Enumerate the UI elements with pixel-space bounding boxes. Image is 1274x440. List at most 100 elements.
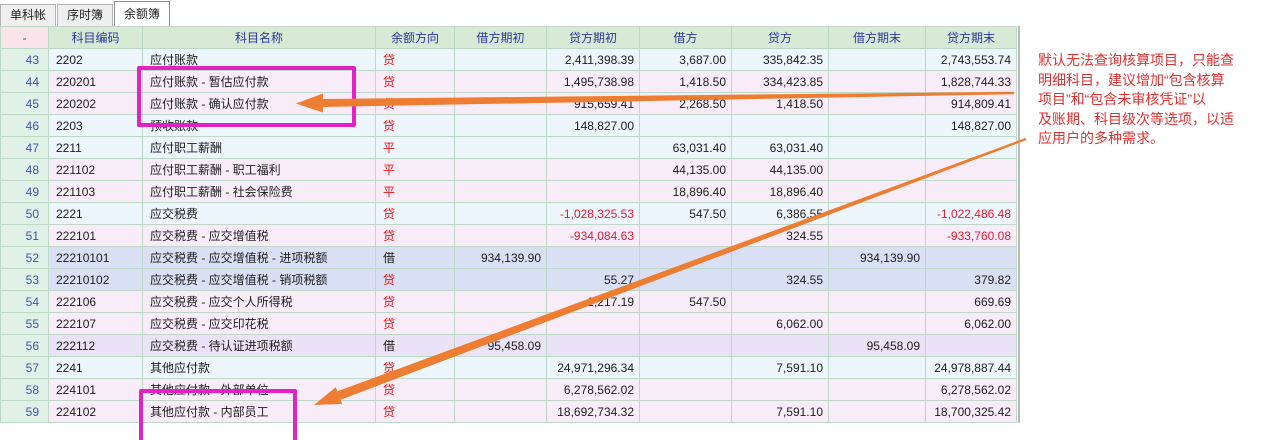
cell-credit[interactable]: 324.55 (732, 225, 829, 247)
column-header-code[interactable]: 科目编码 (49, 27, 143, 49)
cell-debit_open[interactable]: 95,458.09 (455, 335, 547, 357)
cell-name[interactable]: 应交税费 - 应交印花税 (143, 313, 376, 335)
cell-credit[interactable] (732, 115, 829, 137)
cell-credit[interactable]: 18,896.40 (732, 181, 829, 203)
cell-debit_open[interactable] (455, 181, 547, 203)
cell-dir[interactable]: 贷 (376, 225, 455, 247)
cell-debit_open[interactable] (455, 357, 547, 379)
cell-credit_end[interactable]: 914,809.41 (926, 93, 1017, 115)
cell-num[interactable]: 55 (1, 313, 49, 335)
column-header-num[interactable]: - (1, 27, 49, 49)
cell-num[interactable]: 58 (1, 379, 49, 401)
cell-credit_open[interactable]: 148,827.00 (547, 115, 640, 137)
cell-name[interactable]: 应交税费 - 应交增值税 (143, 225, 376, 247)
cell-dir[interactable]: 贷 (376, 313, 455, 335)
cell-code[interactable]: 2203 (49, 115, 143, 137)
cell-debit[interactable]: 18,896.40 (640, 181, 732, 203)
cell-credit_open[interactable]: 1,217.19 (547, 291, 640, 313)
cell-debit_end[interactable] (829, 379, 926, 401)
cell-credit_open[interactable]: 24,971,296.34 (547, 357, 640, 379)
cell-credit_open[interactable]: 6,278,562.02 (547, 379, 640, 401)
cell-credit_end[interactable]: 24,978,887.44 (926, 357, 1017, 379)
cell-code[interactable]: 221103 (49, 181, 143, 203)
cell-name[interactable]: 应付职工薪酬 - 职工福利 (143, 159, 376, 181)
cell-credit_end[interactable]: 18,700,325.42 (926, 401, 1017, 423)
cell-credit_end[interactable] (926, 181, 1017, 203)
cell-credit[interactable]: 324.55 (732, 269, 829, 291)
cell-dir[interactable]: 借 (376, 335, 455, 357)
cell-credit_end[interactable] (926, 159, 1017, 181)
cell-debit[interactable]: 2,268.50 (640, 93, 732, 115)
cell-debit[interactable] (640, 357, 732, 379)
cell-dir[interactable]: 贷 (376, 115, 455, 137)
cell-num[interactable]: 50 (1, 203, 49, 225)
cell-code[interactable]: 224102 (49, 401, 143, 423)
column-header-debit[interactable]: 借方 (640, 27, 732, 49)
cell-debit[interactable] (640, 401, 732, 423)
cell-num[interactable]: 44 (1, 71, 49, 93)
cell-credit_open[interactable]: 55.27 (547, 269, 640, 291)
column-header-credit_end[interactable]: 贷方期末 (926, 27, 1017, 49)
cell-credit_open[interactable]: 2,411,398.39 (547, 49, 640, 71)
cell-debit[interactable]: 547.50 (640, 203, 732, 225)
cell-credit_open[interactable] (547, 313, 640, 335)
cell-num[interactable]: 52 (1, 247, 49, 269)
cell-debit_open[interactable] (455, 225, 547, 247)
cell-credit[interactable] (732, 379, 829, 401)
cell-debit_open[interactable] (455, 313, 547, 335)
cell-num[interactable]: 54 (1, 291, 49, 313)
cell-credit[interactable] (732, 291, 829, 313)
cell-debit[interactable]: 1,418.50 (640, 71, 732, 93)
column-header-debit_end[interactable]: 借方期末 (829, 27, 926, 49)
cell-name[interactable]: 应付职工薪酬 - 社会保险费 (143, 181, 376, 203)
cell-num[interactable]: 51 (1, 225, 49, 247)
cell-code[interactable]: 222106 (49, 291, 143, 313)
cell-credit_open[interactable]: -934,084.63 (547, 225, 640, 247)
cell-debit_end[interactable] (829, 115, 926, 137)
cell-debit[interactable] (640, 269, 732, 291)
cell-credit_open[interactable] (547, 159, 640, 181)
cell-name[interactable]: 应交税费 (143, 203, 376, 225)
cell-code[interactable]: 220201 (49, 71, 143, 93)
cell-debit_open[interactable] (455, 93, 547, 115)
cell-name[interactable]: 其他应付款 (143, 357, 376, 379)
cell-credit[interactable]: 1,418.50 (732, 93, 829, 115)
cell-credit[interactable]: 6,062.00 (732, 313, 829, 335)
cell-debit[interactable] (640, 115, 732, 137)
cell-code[interactable]: 2211 (49, 137, 143, 159)
column-header-debit_open[interactable]: 借方期初 (455, 27, 547, 49)
cell-num[interactable]: 57 (1, 357, 49, 379)
cell-credit_end[interactable]: 379.82 (926, 269, 1017, 291)
cell-debit[interactable]: 44,135.00 (640, 159, 732, 181)
cell-debit_open[interactable] (455, 159, 547, 181)
cell-name[interactable]: 应交税费 - 待认证进项税额 (143, 335, 376, 357)
cell-credit_end[interactable]: 6,278,562.02 (926, 379, 1017, 401)
cell-code[interactable]: 220202 (49, 93, 143, 115)
cell-dir[interactable]: 贷 (376, 93, 455, 115)
cell-credit_end[interactable]: 6,062.00 (926, 313, 1017, 335)
cell-credit[interactable] (732, 335, 829, 357)
cell-dir[interactable]: 平 (376, 181, 455, 203)
cell-debit_end[interactable] (829, 291, 926, 313)
cell-debit_end[interactable]: 934,139.90 (829, 247, 926, 269)
tab-单科帐[interactable]: 单科帐 (0, 4, 56, 26)
cell-debit_open[interactable] (455, 401, 547, 423)
cell-debit_end[interactable] (829, 137, 926, 159)
cell-debit[interactable]: 547.50 (640, 291, 732, 313)
cell-num[interactable]: 45 (1, 93, 49, 115)
cell-code[interactable]: 221102 (49, 159, 143, 181)
cell-code[interactable]: 22210101 (49, 247, 143, 269)
cell-credit[interactable]: 7,591.10 (732, 357, 829, 379)
cell-credit_end[interactable]: 148,827.00 (926, 115, 1017, 137)
cell-credit_end[interactable]: -1,022,486.48 (926, 203, 1017, 225)
cell-debit_end[interactable] (829, 313, 926, 335)
cell-debit[interactable] (640, 335, 732, 357)
cell-debit[interactable]: 3,687.00 (640, 49, 732, 71)
cell-debit[interactable] (640, 225, 732, 247)
cell-credit_open[interactable] (547, 247, 640, 269)
column-header-name[interactable]: 科目名称 (143, 27, 376, 49)
cell-credit_open[interactable] (547, 137, 640, 159)
cell-credit_end[interactable]: 1,828,744.33 (926, 71, 1017, 93)
cell-debit_open[interactable] (455, 71, 547, 93)
cell-code[interactable]: 224101 (49, 379, 143, 401)
